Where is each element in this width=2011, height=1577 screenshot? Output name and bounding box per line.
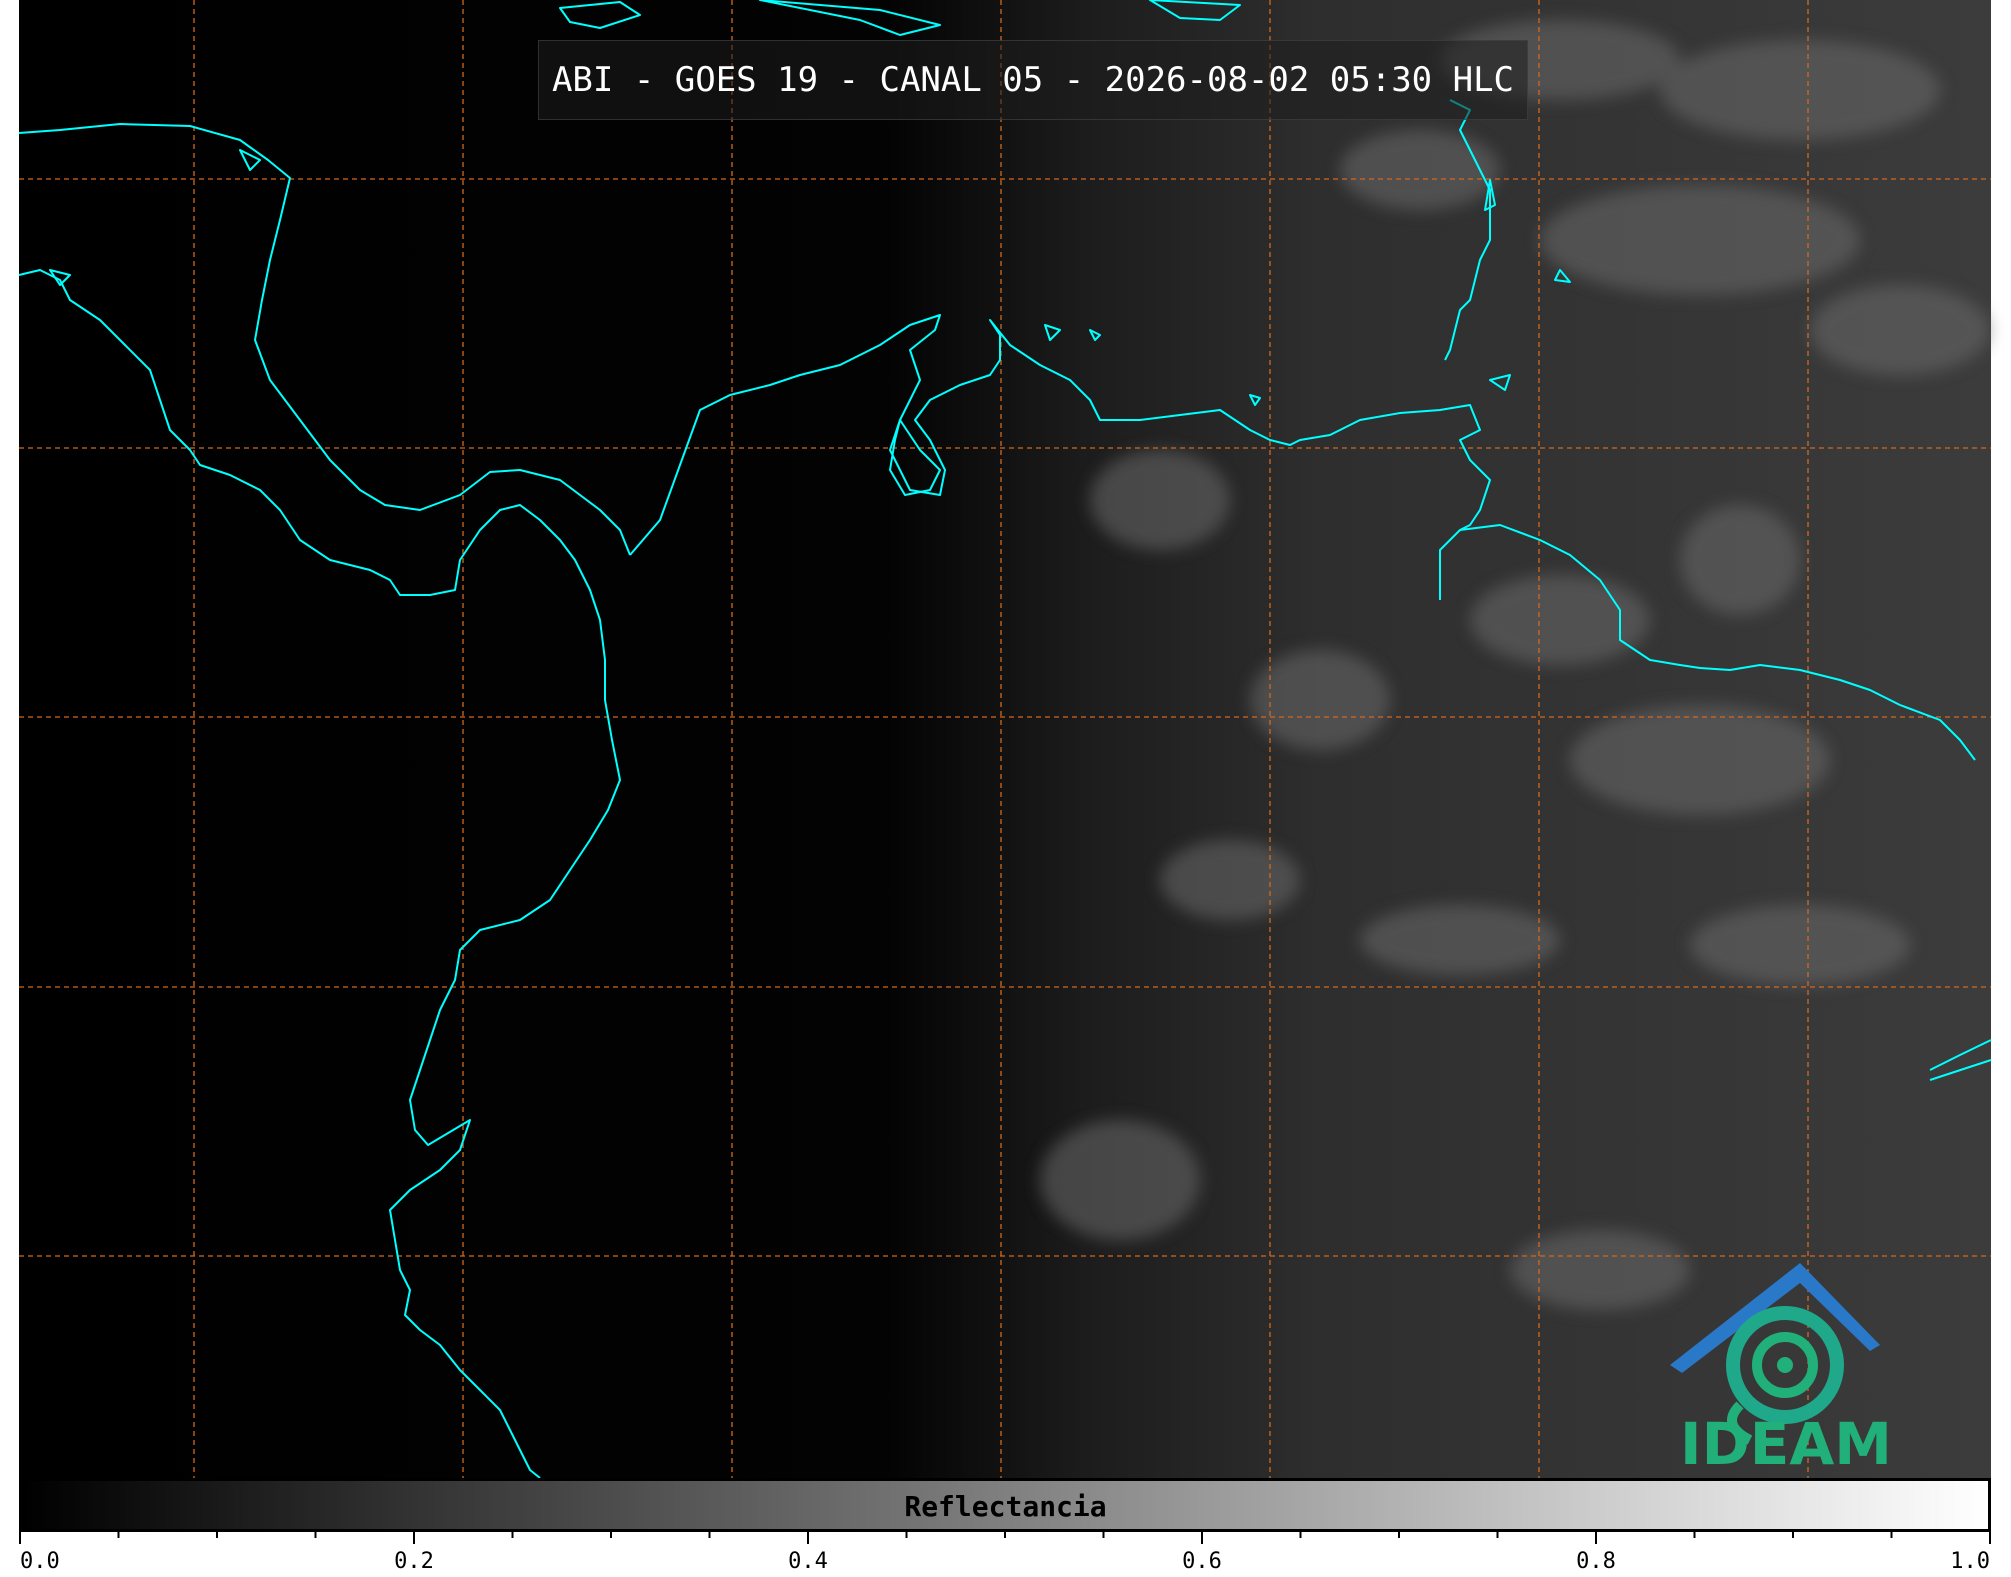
map-title: ABI - GOES 19 - CANAL 05 - 2026-08-02 05…: [538, 40, 1528, 120]
colorbar-tick-label: 1.0: [1950, 1549, 1990, 1574]
colorbar-tick-label: 0.4: [788, 1549, 828, 1574]
colorbar-tick-label: 0.8: [1576, 1549, 1616, 1574]
logo-text: IDEAM: [1680, 1410, 1892, 1478]
colorbar-label: Reflectancia: [904, 1490, 1107, 1523]
colorbar-tick-label: 0.0: [20, 1549, 60, 1574]
colorbar-ticks: 0.0 0.2 0.4 0.6 0.8 1.0: [19, 1530, 1991, 1574]
colorbar-tick-label: 0.6: [1182, 1549, 1222, 1574]
colorbar-tick-label: 0.2: [394, 1549, 434, 1574]
